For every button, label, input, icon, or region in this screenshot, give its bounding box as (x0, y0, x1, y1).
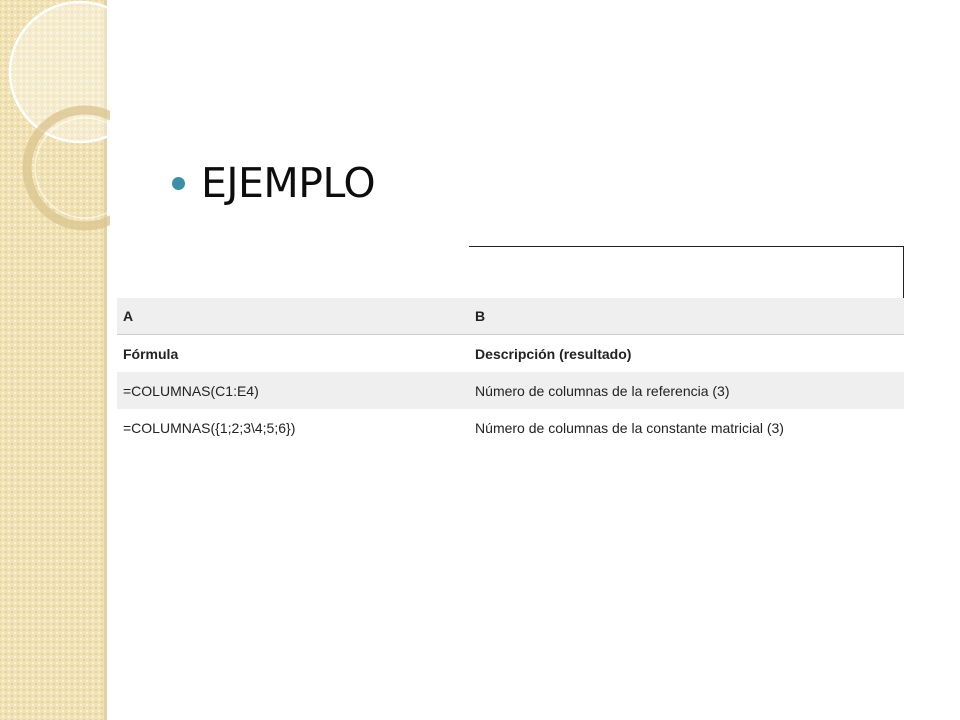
data-table: A B Fórmula Descripción (resultado) =COL… (117, 298, 904, 446)
column-header-b: B (475, 308, 486, 324)
slide-title: EJEMPLO (201, 159, 376, 207)
table-cell: Fórmula (123, 345, 179, 362)
table-row: =COLUMNAS(C1:E4) Número de columnas de l… (117, 372, 904, 409)
table-cell: =COLUMNAS({1;2;3\4;5;6}) (123, 419, 296, 436)
bullet-icon (172, 176, 185, 190)
table-row: =COLUMNAS({1;2;3\4;5;6}) Número de colum… (117, 409, 904, 446)
table-cell: =COLUMNAS(C1:E4) (123, 382, 259, 399)
table-header-frame (469, 246, 904, 298)
table-row: Fórmula Descripción (resultado) (117, 334, 904, 372)
column-header-a: A (123, 308, 134, 324)
decorative-rings (8, 0, 110, 231)
table-cell: Número de columnas de la constante matri… (475, 419, 784, 436)
table-header-row: A B (117, 298, 904, 335)
table-cell: Número de columnas de la referencia (3) (475, 382, 730, 399)
title-row: EJEMPLO (172, 158, 376, 208)
slide: EJEMPLO A B Fórmula Descripción (resulta… (0, 0, 960, 720)
table-cell: Descripción (resultado) (475, 345, 632, 362)
